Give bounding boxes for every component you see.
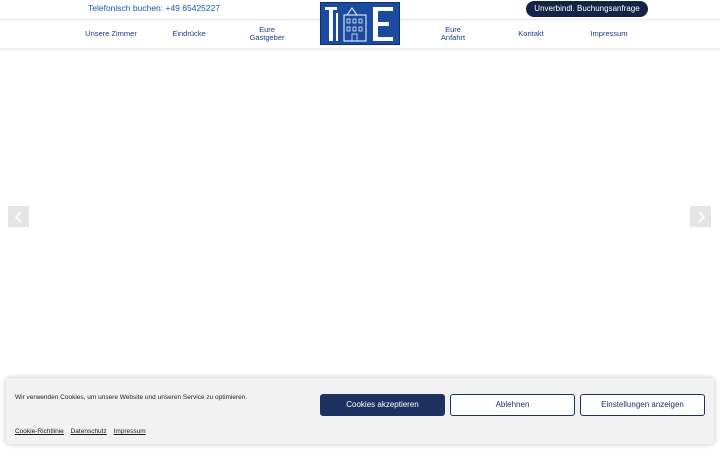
nav-item-directions[interactable]: Eure Anfahrt — [430, 20, 476, 48]
decline-cookies-button[interactable]: Ablehnen — [450, 394, 575, 416]
nav-item-contact[interactable]: Kontakt — [508, 20, 554, 48]
nav-item-imprint[interactable]: Impressum — [584, 20, 634, 48]
imprint-link[interactable]: Impressum — [114, 428, 146, 435]
phone-booking-link[interactable]: Telefonisch buchen: +49 65425227 — [88, 3, 220, 13]
chevron-right-icon — [697, 210, 705, 223]
nav-item-label: Kontakt — [518, 29, 544, 38]
cookie-links: Cookie-Richtlinie Datenschutz Impressum — [15, 428, 151, 435]
chevron-left-icon — [14, 210, 22, 223]
nav-item-rooms[interactable]: Unsere Zimmer — [78, 20, 144, 48]
cookie-policy-link[interactable]: Cookie-Richtlinie — [15, 428, 64, 435]
cookie-message: Wir verwenden Cookies, um unsere Website… — [15, 394, 248, 401]
nav-item-label: Impressum — [590, 29, 628, 38]
privacy-link[interactable]: Datenschutz — [71, 428, 107, 435]
cookie-consent-banner: Wir verwenden Cookies, um unsere Website… — [6, 378, 714, 444]
site-logo[interactable] — [320, 2, 400, 45]
nav-item-label: Unsere Zimmer — [85, 29, 137, 38]
slider-prev-button[interactable] — [8, 206, 29, 227]
nav-item-label-line2: Gastgeber — [249, 33, 285, 42]
nav-item-impressions[interactable]: Eindrücke — [160, 20, 218, 48]
slider-next-button[interactable] — [690, 206, 711, 227]
accept-cookies-button[interactable]: Cookies akzeptieren — [320, 394, 445, 416]
booking-request-button[interactable]: Unverbindl. Buchungsanfrage — [526, 1, 648, 17]
nav-item-label-line2: Anfahrt — [440, 33, 466, 42]
cookie-settings-button[interactable]: Einstellungen anzeigen — [580, 394, 705, 416]
nav-item-label: Eindrücke — [172, 29, 206, 38]
hotel-logo-te-icon — [321, 3, 399, 44]
nav-item-hosts[interactable]: Eure Gastgeber — [240, 20, 294, 48]
